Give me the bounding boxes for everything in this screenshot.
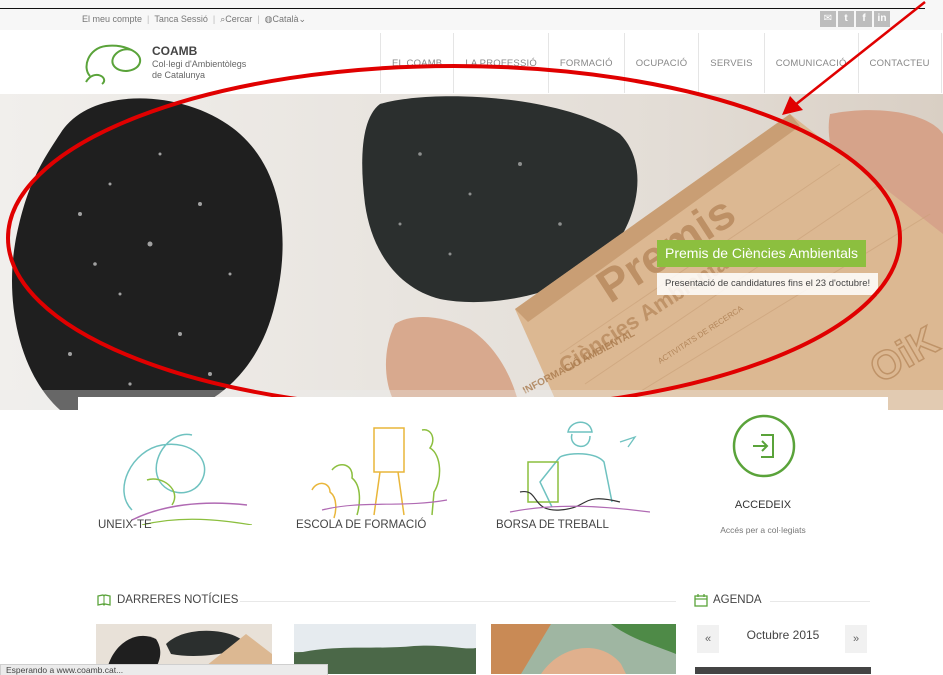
borsa-label[interactable]: BORSA DE TREBALL (496, 519, 609, 531)
calendar-header-bar (695, 667, 871, 674)
book-icon (97, 594, 111, 606)
login-icon[interactable] (731, 413, 797, 479)
uneix-te-illustration[interactable] (102, 420, 252, 525)
calendar-icon (694, 593, 708, 607)
escola-label[interactable]: ESCOLA DE FORMACIÓ (296, 519, 426, 531)
agenda-title: AGENDA (713, 594, 762, 606)
accedeix-subtitle: Accés per a col·legiats (706, 525, 820, 535)
uneix-te-label[interactable]: UNEIX-TE (98, 519, 152, 531)
news-thumbnail-3[interactable] (491, 624, 676, 674)
agenda-divider (770, 601, 870, 602)
news-divider (240, 601, 676, 602)
calendar-next-button[interactable]: » (845, 625, 867, 653)
calendar-month: Octubre 2015 (728, 628, 838, 642)
borsa-illustration[interactable] (500, 412, 650, 520)
calendar-prev-button[interactable]: « (697, 625, 719, 653)
accedeix-label[interactable]: ACCEDEIX (718, 499, 808, 511)
news-section-title: DARRERES NOTÍCIES (117, 594, 238, 606)
escola-illustration[interactable] (302, 420, 452, 520)
browser-status-bar: Esperando a www.coamb.cat... (0, 664, 328, 675)
